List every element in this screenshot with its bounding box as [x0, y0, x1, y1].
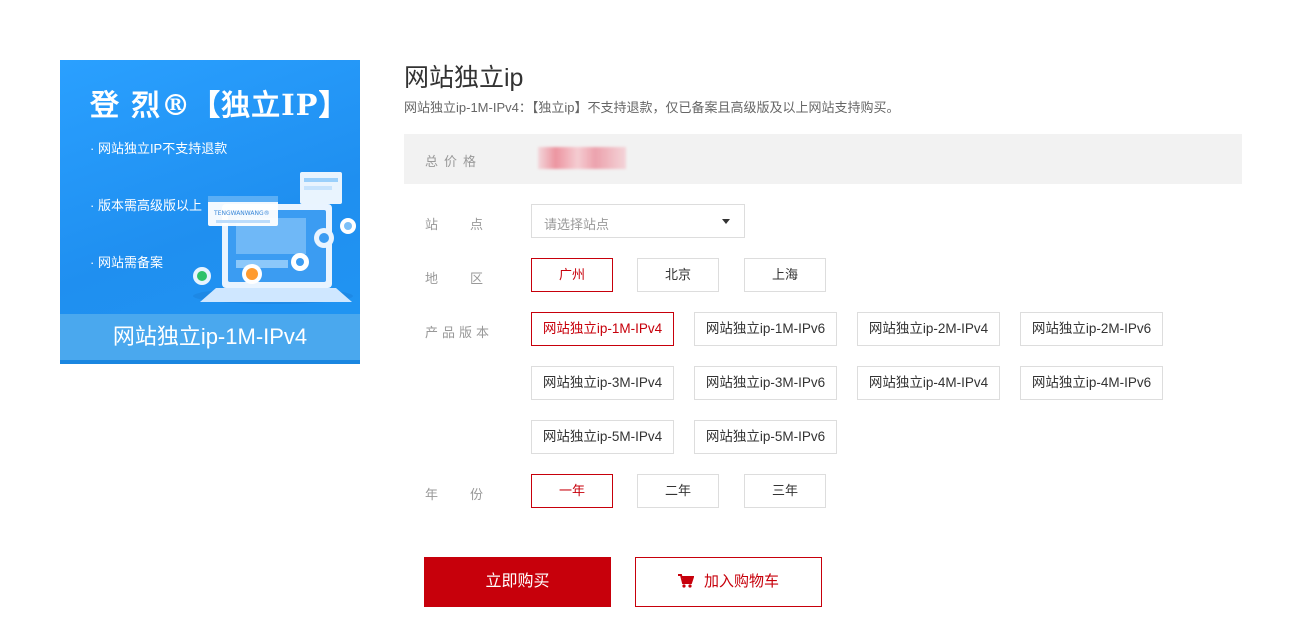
- shopping-cart-icon: [677, 573, 694, 588]
- version-option[interactable]: 网站独立ip-3M-IPv6: [694, 366, 837, 400]
- product-description: 网站独立ip-1M-IPv4：【独立ip】不支持退款，仅已备案且高级版及以上网站…: [404, 100, 900, 115]
- add-to-cart-label: 加入购物车: [703, 573, 779, 590]
- region-option-guangzhou[interactable]: 广州: [531, 258, 613, 292]
- site-select[interactable]: 请选择站点: [531, 204, 745, 238]
- version-option[interactable]: 网站独立ip-1M-IPv4: [531, 312, 674, 346]
- version-option[interactable]: 网站独立ip-4M-IPv4: [857, 366, 1000, 400]
- year-option-one[interactable]: 一年: [531, 474, 613, 508]
- version-option[interactable]: 网站独立ip-2M-IPv6: [1020, 312, 1163, 346]
- add-to-cart-button[interactable]: 加入购物车: [635, 557, 822, 607]
- banner-footer: 网站独立ip-1M-IPv4: [60, 314, 360, 360]
- banner-title: 登 烈®【独立IP】: [90, 88, 349, 122]
- product-banner: 登 烈®【独立IP】 · 网站独立IP不支持退款 · 版本需高级版以上 · 网站…: [60, 60, 360, 364]
- total-price-row: 总价格: [404, 134, 1242, 184]
- region-option-shanghai[interactable]: 上海: [744, 258, 826, 292]
- year-option-two[interactable]: 二年: [637, 474, 719, 508]
- version-option[interactable]: 网站独立ip-3M-IPv4: [531, 366, 674, 400]
- site-label: 站点: [425, 217, 484, 232]
- version-option[interactable]: 网站独立ip-5M-IPv4: [531, 420, 674, 454]
- product-version-label: 产品版本: [425, 325, 494, 340]
- version-option[interactable]: 网站独立ip-2M-IPv4: [857, 312, 1000, 346]
- banner-bottom-line: [60, 360, 360, 364]
- buy-now-button[interactable]: 立即购买: [424, 557, 611, 607]
- year-label: 年份: [425, 487, 484, 502]
- banner-bullet: · 网站独立IP不支持退款: [90, 141, 228, 156]
- price-value-blurred: [538, 147, 626, 169]
- version-option[interactable]: 网站独立ip-5M-IPv6: [694, 420, 837, 454]
- computer-illustration: TENGWANWANG®: [193, 172, 356, 304]
- total-price-label: 总价格: [425, 154, 483, 169]
- region-option-beijing[interactable]: 北京: [637, 258, 719, 292]
- product-title: 网站独立ip: [404, 64, 524, 92]
- region-label: 地区: [425, 271, 484, 286]
- site-select-placeholder: 请选择站点: [544, 217, 610, 232]
- illustration-label: TENGWANWANG®: [213, 210, 270, 217]
- version-option[interactable]: 网站独立ip-1M-IPv6: [694, 312, 837, 346]
- year-option-three[interactable]: 三年: [744, 474, 826, 508]
- version-option[interactable]: 网站独立ip-4M-IPv6: [1020, 366, 1163, 400]
- chevron-down-icon: [722, 219, 730, 224]
